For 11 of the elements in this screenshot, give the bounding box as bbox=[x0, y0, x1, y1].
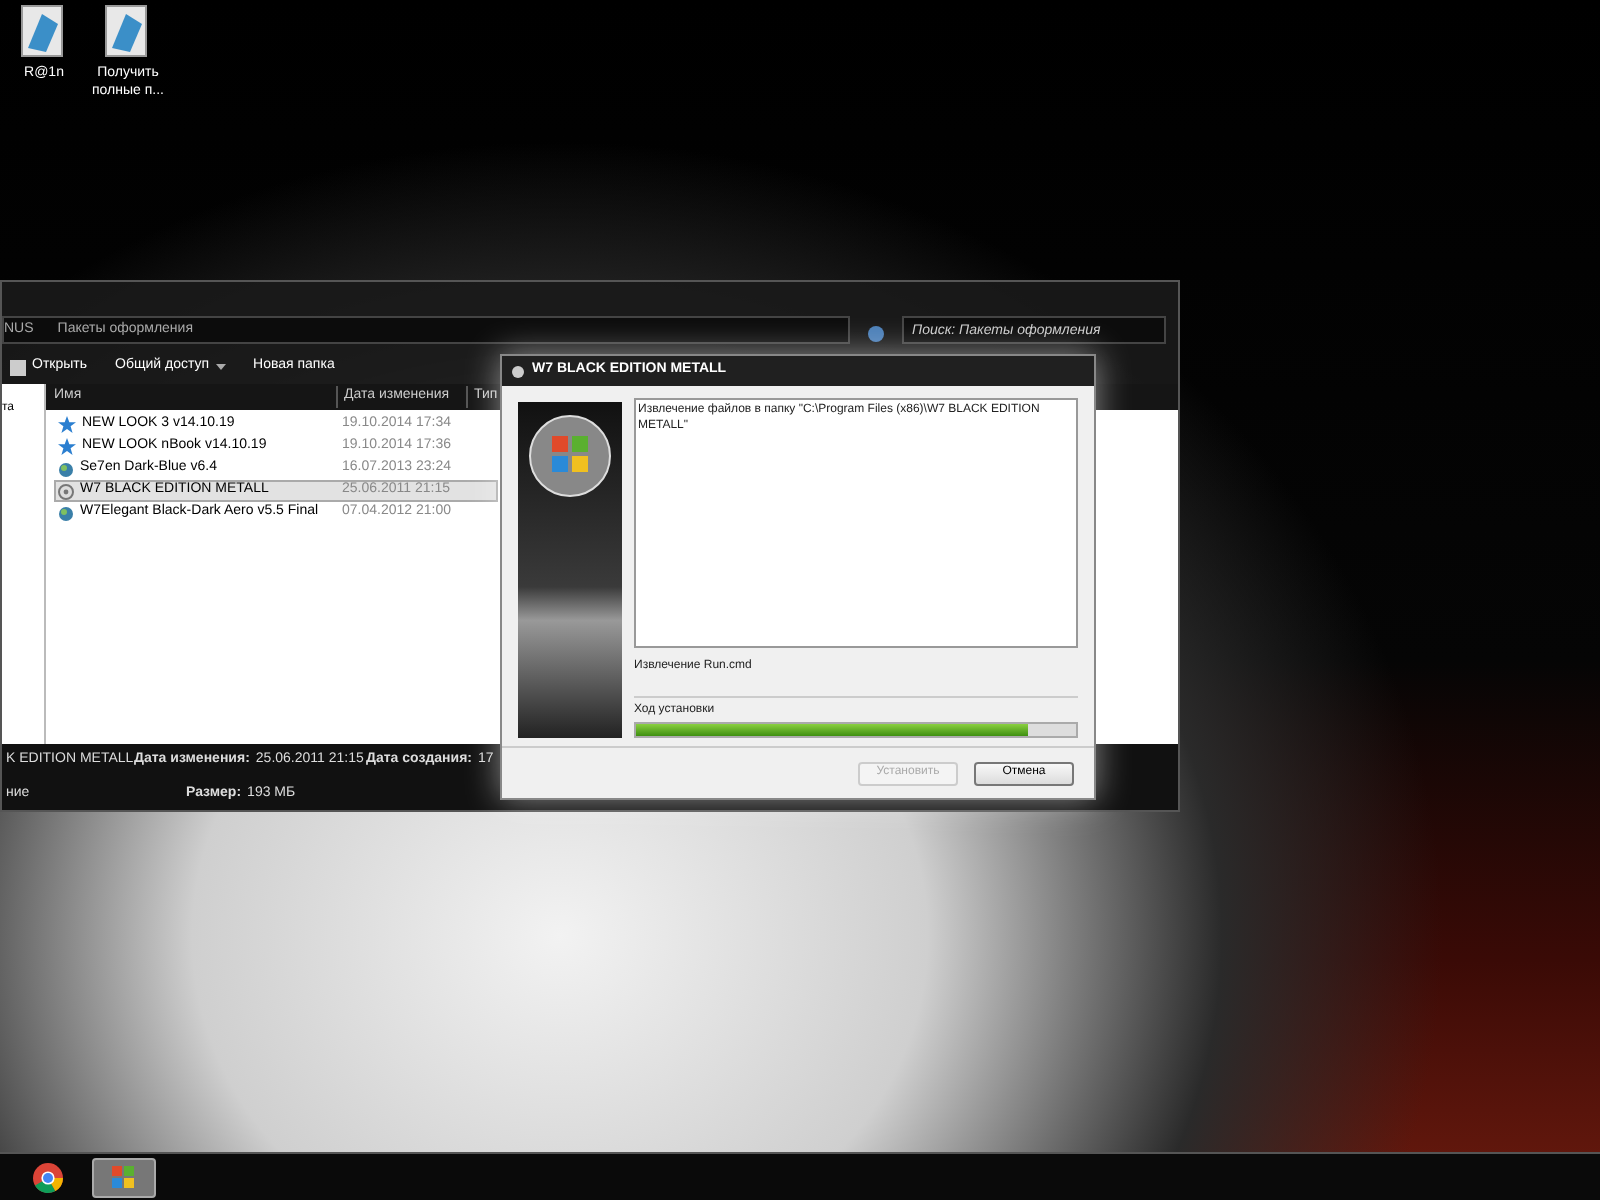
star-icon bbox=[58, 438, 76, 456]
windows-logo-icon bbox=[528, 414, 612, 498]
caret-icon bbox=[215, 364, 226, 370]
app-icon bbox=[512, 365, 524, 377]
globe-icon bbox=[58, 461, 74, 477]
windows-logo-icon bbox=[112, 1165, 136, 1189]
disc-icon bbox=[58, 483, 74, 499]
star-icon bbox=[58, 416, 76, 434]
taskbar-button[interactable] bbox=[92, 1157, 156, 1197]
browser-icon bbox=[32, 1161, 64, 1193]
globe-icon bbox=[58, 505, 74, 521]
